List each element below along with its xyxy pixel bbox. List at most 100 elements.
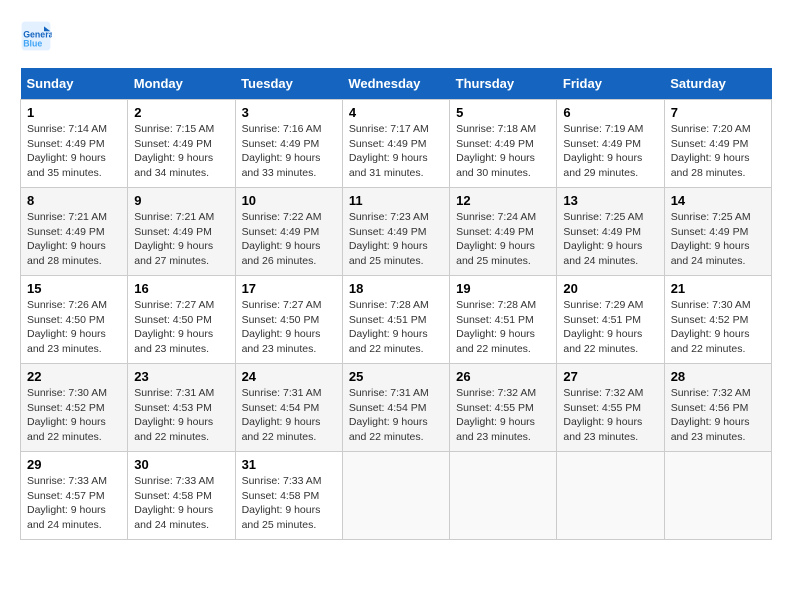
weekday-header-thursday: Thursday (450, 68, 557, 100)
calendar-day-cell: 17 Sunrise: 7:27 AM Sunset: 4:50 PM Dayl… (235, 276, 342, 364)
day-number: 26 (456, 369, 550, 384)
day-number: 19 (456, 281, 550, 296)
calendar-day-cell: 16 Sunrise: 7:27 AM Sunset: 4:50 PM Dayl… (128, 276, 235, 364)
day-number: 22 (27, 369, 121, 384)
day-info: Sunrise: 7:24 AM Sunset: 4:49 PM Dayligh… (456, 210, 550, 269)
calendar-week-1: 1 Sunrise: 7:14 AM Sunset: 4:49 PM Dayli… (21, 100, 772, 188)
day-number: 17 (242, 281, 336, 296)
calendar-week-2: 8 Sunrise: 7:21 AM Sunset: 4:49 PM Dayli… (21, 188, 772, 276)
calendar-day-cell: 24 Sunrise: 7:31 AM Sunset: 4:54 PM Dayl… (235, 364, 342, 452)
day-info: Sunrise: 7:17 AM Sunset: 4:49 PM Dayligh… (349, 122, 443, 181)
day-number: 27 (563, 369, 657, 384)
calendar-day-cell: 20 Sunrise: 7:29 AM Sunset: 4:51 PM Dayl… (557, 276, 664, 364)
calendar-day-cell: 2 Sunrise: 7:15 AM Sunset: 4:49 PM Dayli… (128, 100, 235, 188)
day-info: Sunrise: 7:21 AM Sunset: 4:49 PM Dayligh… (134, 210, 228, 269)
day-number: 15 (27, 281, 121, 296)
calendar-day-cell (664, 452, 771, 540)
calendar-week-3: 15 Sunrise: 7:26 AM Sunset: 4:50 PM Dayl… (21, 276, 772, 364)
calendar-day-cell: 6 Sunrise: 7:19 AM Sunset: 4:49 PM Dayli… (557, 100, 664, 188)
day-info: Sunrise: 7:25 AM Sunset: 4:49 PM Dayligh… (563, 210, 657, 269)
day-number: 3 (242, 105, 336, 120)
calendar-day-cell (557, 452, 664, 540)
calendar-day-cell (342, 452, 449, 540)
calendar-day-cell: 4 Sunrise: 7:17 AM Sunset: 4:49 PM Dayli… (342, 100, 449, 188)
calendar-day-cell: 7 Sunrise: 7:20 AM Sunset: 4:49 PM Dayli… (664, 100, 771, 188)
day-number: 29 (27, 457, 121, 472)
logo: General Blue (20, 20, 56, 52)
calendar-day-cell: 19 Sunrise: 7:28 AM Sunset: 4:51 PM Dayl… (450, 276, 557, 364)
day-info: Sunrise: 7:23 AM Sunset: 4:49 PM Dayligh… (349, 210, 443, 269)
day-info: Sunrise: 7:33 AM Sunset: 4:58 PM Dayligh… (242, 474, 336, 533)
day-number: 2 (134, 105, 228, 120)
day-info: Sunrise: 7:27 AM Sunset: 4:50 PM Dayligh… (134, 298, 228, 357)
calendar-day-cell: 28 Sunrise: 7:32 AM Sunset: 4:56 PM Dayl… (664, 364, 771, 452)
calendar-day-cell: 21 Sunrise: 7:30 AM Sunset: 4:52 PM Dayl… (664, 276, 771, 364)
day-number: 21 (671, 281, 765, 296)
calendar-day-cell: 31 Sunrise: 7:33 AM Sunset: 4:58 PM Dayl… (235, 452, 342, 540)
day-number: 25 (349, 369, 443, 384)
day-info: Sunrise: 7:33 AM Sunset: 4:58 PM Dayligh… (134, 474, 228, 533)
day-number: 31 (242, 457, 336, 472)
day-number: 8 (27, 193, 121, 208)
day-number: 24 (242, 369, 336, 384)
weekday-header-saturday: Saturday (664, 68, 771, 100)
calendar-day-cell: 1 Sunrise: 7:14 AM Sunset: 4:49 PM Dayli… (21, 100, 128, 188)
weekday-header-monday: Monday (128, 68, 235, 100)
day-info: Sunrise: 7:31 AM Sunset: 4:53 PM Dayligh… (134, 386, 228, 445)
day-info: Sunrise: 7:16 AM Sunset: 4:49 PM Dayligh… (242, 122, 336, 181)
day-number: 13 (563, 193, 657, 208)
calendar-day-cell: 12 Sunrise: 7:24 AM Sunset: 4:49 PM Dayl… (450, 188, 557, 276)
day-number: 12 (456, 193, 550, 208)
day-info: Sunrise: 7:29 AM Sunset: 4:51 PM Dayligh… (563, 298, 657, 357)
day-number: 23 (134, 369, 228, 384)
day-info: Sunrise: 7:25 AM Sunset: 4:49 PM Dayligh… (671, 210, 765, 269)
calendar-day-cell: 3 Sunrise: 7:16 AM Sunset: 4:49 PM Dayli… (235, 100, 342, 188)
calendar-day-cell: 9 Sunrise: 7:21 AM Sunset: 4:49 PM Dayli… (128, 188, 235, 276)
day-info: Sunrise: 7:32 AM Sunset: 4:55 PM Dayligh… (563, 386, 657, 445)
calendar-day-cell: 18 Sunrise: 7:28 AM Sunset: 4:51 PM Dayl… (342, 276, 449, 364)
weekday-header-tuesday: Tuesday (235, 68, 342, 100)
day-number: 16 (134, 281, 228, 296)
day-info: Sunrise: 7:21 AM Sunset: 4:49 PM Dayligh… (27, 210, 121, 269)
calendar-day-cell: 15 Sunrise: 7:26 AM Sunset: 4:50 PM Dayl… (21, 276, 128, 364)
day-info: Sunrise: 7:22 AM Sunset: 4:49 PM Dayligh… (242, 210, 336, 269)
calendar-day-cell: 27 Sunrise: 7:32 AM Sunset: 4:55 PM Dayl… (557, 364, 664, 452)
calendar-day-cell: 5 Sunrise: 7:18 AM Sunset: 4:49 PM Dayli… (450, 100, 557, 188)
day-info: Sunrise: 7:28 AM Sunset: 4:51 PM Dayligh… (349, 298, 443, 357)
day-info: Sunrise: 7:19 AM Sunset: 4:49 PM Dayligh… (563, 122, 657, 181)
day-info: Sunrise: 7:28 AM Sunset: 4:51 PM Dayligh… (456, 298, 550, 357)
day-number: 20 (563, 281, 657, 296)
day-info: Sunrise: 7:14 AM Sunset: 4:49 PM Dayligh… (27, 122, 121, 181)
day-info: Sunrise: 7:31 AM Sunset: 4:54 PM Dayligh… (349, 386, 443, 445)
day-number: 5 (456, 105, 550, 120)
day-info: Sunrise: 7:15 AM Sunset: 4:49 PM Dayligh… (134, 122, 228, 181)
day-info: Sunrise: 7:18 AM Sunset: 4:49 PM Dayligh… (456, 122, 550, 181)
logo-icon: General Blue (20, 20, 52, 52)
calendar-day-cell: 13 Sunrise: 7:25 AM Sunset: 4:49 PM Dayl… (557, 188, 664, 276)
day-number: 28 (671, 369, 765, 384)
weekday-header-row: SundayMondayTuesdayWednesdayThursdayFrid… (21, 68, 772, 100)
calendar-table: SundayMondayTuesdayWednesdayThursdayFrid… (20, 68, 772, 540)
calendar-day-cell: 26 Sunrise: 7:32 AM Sunset: 4:55 PM Dayl… (450, 364, 557, 452)
calendar-day-cell: 30 Sunrise: 7:33 AM Sunset: 4:58 PM Dayl… (128, 452, 235, 540)
day-number: 30 (134, 457, 228, 472)
day-number: 10 (242, 193, 336, 208)
day-info: Sunrise: 7:30 AM Sunset: 4:52 PM Dayligh… (27, 386, 121, 445)
day-info: Sunrise: 7:26 AM Sunset: 4:50 PM Dayligh… (27, 298, 121, 357)
day-info: Sunrise: 7:32 AM Sunset: 4:56 PM Dayligh… (671, 386, 765, 445)
weekday-header-wednesday: Wednesday (342, 68, 449, 100)
calendar-day-cell (450, 452, 557, 540)
day-number: 14 (671, 193, 765, 208)
day-number: 18 (349, 281, 443, 296)
weekday-header-sunday: Sunday (21, 68, 128, 100)
day-number: 9 (134, 193, 228, 208)
calendar-day-cell: 23 Sunrise: 7:31 AM Sunset: 4:53 PM Dayl… (128, 364, 235, 452)
calendar-day-cell: 29 Sunrise: 7:33 AM Sunset: 4:57 PM Dayl… (21, 452, 128, 540)
weekday-header-friday: Friday (557, 68, 664, 100)
day-number: 1 (27, 105, 121, 120)
day-info: Sunrise: 7:32 AM Sunset: 4:55 PM Dayligh… (456, 386, 550, 445)
calendar-day-cell: 14 Sunrise: 7:25 AM Sunset: 4:49 PM Dayl… (664, 188, 771, 276)
day-info: Sunrise: 7:30 AM Sunset: 4:52 PM Dayligh… (671, 298, 765, 357)
calendar-week-5: 29 Sunrise: 7:33 AM Sunset: 4:57 PM Dayl… (21, 452, 772, 540)
svg-text:Blue: Blue (23, 38, 42, 48)
